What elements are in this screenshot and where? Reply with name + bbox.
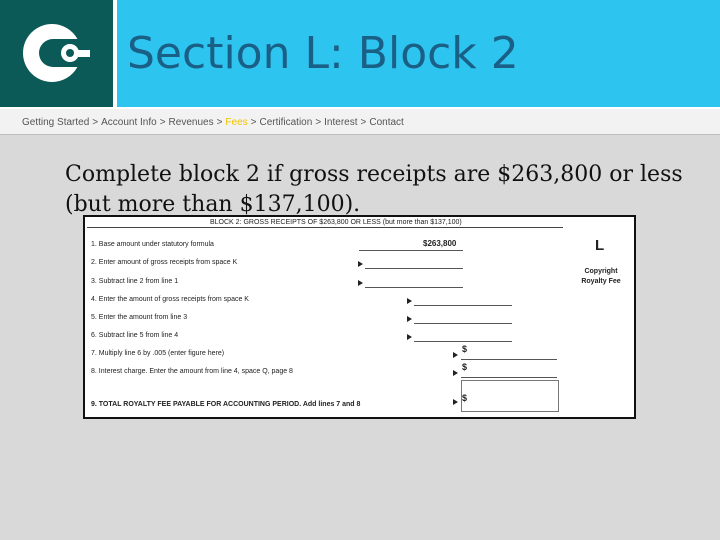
arrow-icon	[358, 280, 363, 286]
page-title: Section L: Block 2	[127, 28, 519, 79]
dollar-sign: $	[462, 362, 468, 372]
arrow-icon	[453, 370, 458, 376]
form-header-rule	[87, 227, 563, 228]
arrow-icon	[453, 399, 458, 405]
arrow-icon	[407, 316, 412, 322]
form-row-line	[365, 287, 463, 288]
breadcrumb: Getting Started > Account Info > Revenues > Fe…	[22, 117, 404, 128]
form-row-line	[414, 323, 512, 324]
breadcrumb-separator: >	[92, 117, 99, 128]
form-row-line	[359, 250, 463, 251]
arrow-icon	[407, 334, 412, 340]
form-row-1: 1. Base amount under statutory formula	[91, 241, 214, 248]
breadcrumb-fees[interactable]: Fees	[225, 117, 247, 128]
form-side-label: Copyright Royalty Fee	[581, 268, 621, 285]
c-logo-icon	[23, 24, 90, 82]
form-row-line	[461, 359, 557, 360]
breadcrumb-interest[interactable]: Interest	[324, 117, 357, 128]
form-row-3: 3. Subtract line 2 from line 1	[91, 278, 179, 285]
dollar-sign: $	[462, 344, 468, 354]
form-row-2: 2. Enter amount of gross receipts from s…	[91, 259, 238, 266]
form-row-5: 5. Enter the amount from line 3	[91, 314, 188, 321]
logo	[0, 0, 113, 107]
breadcrumb-contact[interactable]: Contact	[369, 117, 403, 128]
form-row-line	[414, 305, 512, 306]
form-row-9: 9. TOTAL ROYALTY FEE PAYABLE FOR ACCOUNT…	[91, 401, 361, 408]
form-image-block2: BLOCK 2: GROSS RECEIPTS OF $263,800 OR L…	[83, 215, 636, 419]
dollar-sign: $	[462, 393, 468, 403]
breadcrumb-separator: >	[159, 117, 166, 128]
form-row-line	[461, 377, 557, 378]
header-bar: Section L: Block 2	[0, 0, 720, 107]
form-row-line	[414, 341, 512, 342]
breadcrumb-separator: >	[315, 117, 322, 128]
breadcrumb-revenues[interactable]: Revenues	[169, 117, 214, 128]
header-divider	[113, 0, 117, 107]
instruction-text: Complete block 2 if gross receipts are $…	[65, 162, 683, 217]
form-row-line	[365, 268, 463, 269]
breadcrumb-account-info[interactable]: Account Info	[101, 117, 157, 128]
breadcrumb-certification[interactable]: Certification	[260, 117, 313, 128]
breadcrumb-separator: >	[250, 117, 257, 128]
form-row-8: 8. Interest charge. Enter the amount fro…	[91, 368, 293, 375]
form-header: BLOCK 2: GROSS RECEIPTS OF $263,800 OR L…	[210, 219, 462, 226]
arrow-icon	[358, 261, 363, 267]
arrow-icon	[407, 298, 412, 304]
form-row-4: 4. Enter the amount of gross receipts fr…	[91, 296, 249, 303]
breadcrumb-separator: >	[216, 117, 223, 128]
breadcrumb-bar: Getting Started > Account Info > Revenues > Fe…	[0, 107, 720, 135]
form-letter-l: L	[595, 237, 605, 254]
arrow-icon	[453, 352, 458, 358]
form-row-6: 6. Subtract line 5 from line 4	[91, 332, 179, 339]
form-row-7: 7. Multiply line 6 by .005 (enter figure…	[91, 350, 225, 357]
breadcrumb-separator: >	[360, 117, 367, 128]
form-row-1-amount: $263,800	[423, 239, 457, 248]
total-fee-box	[461, 380, 559, 412]
breadcrumb-getting-started[interactable]: Getting Started	[22, 117, 89, 128]
